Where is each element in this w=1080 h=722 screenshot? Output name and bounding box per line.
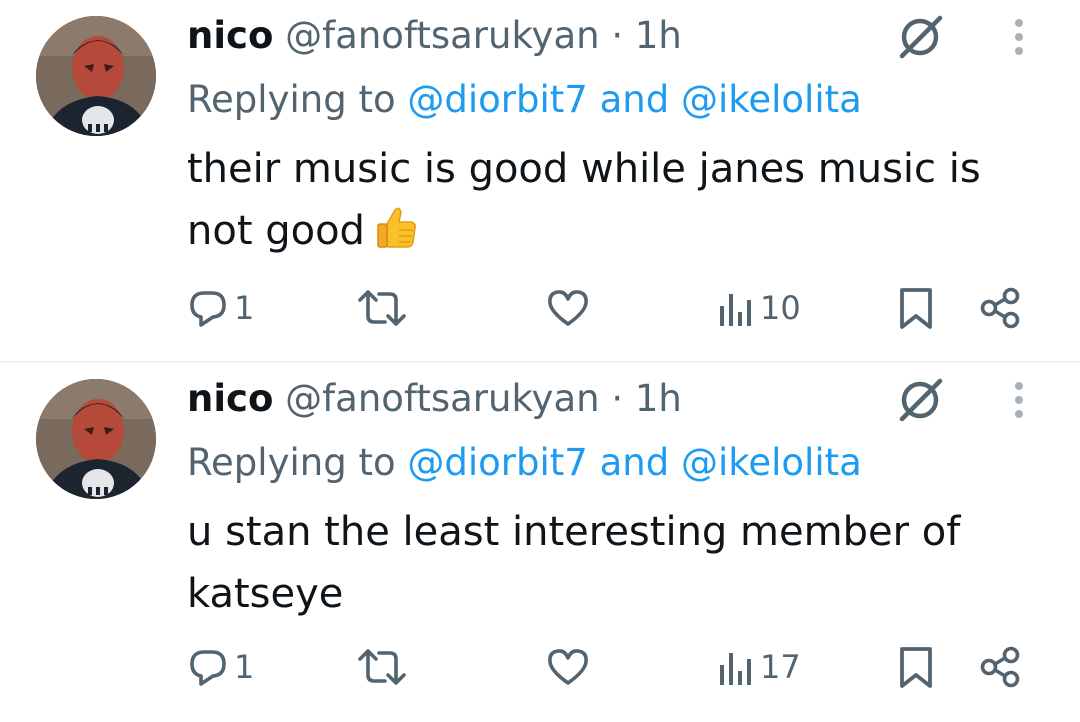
share-button[interactable] — [977, 643, 1023, 691]
replying-to-label: Replying to — [187, 441, 396, 484]
bookmark-icon — [900, 647, 932, 688]
reply-count: 1 — [234, 648, 255, 686]
reply-count: 1 — [234, 289, 255, 327]
mention-connector: and — [599, 78, 670, 121]
tweet-header: nico @fanoftsarukyan · 1h — [187, 373, 682, 425]
share-icon — [980, 646, 1020, 688]
retweet-button[interactable] — [356, 643, 412, 691]
tweet-text: u stan the least interesting member of k… — [187, 509, 961, 617]
more-icon[interactable] — [1004, 14, 1034, 60]
reply-icon — [190, 650, 226, 686]
tweet[interactable]: nico @fanoftsarukyan · 1h Replying to @d… — [0, 0, 1080, 362]
separator-dot: · — [611, 14, 624, 57]
separator-dot: · — [611, 377, 624, 420]
username[interactable]: @fanoftsarukyan — [285, 377, 599, 420]
mention-link[interactable]: @ikelolita — [681, 78, 862, 121]
retweet-button[interactable] — [356, 284, 412, 332]
reply-icon — [190, 291, 226, 327]
avatar[interactable] — [36, 379, 156, 499]
avatar-image — [36, 379, 156, 499]
display-name[interactable]: nico — [187, 377, 273, 420]
grok-icon[interactable] — [896, 14, 946, 60]
avatar-image — [36, 16, 156, 136]
views-count: 10 — [760, 289, 801, 327]
views-count: 17 — [760, 648, 801, 686]
more-icon[interactable] — [1004, 377, 1034, 423]
thumbs-up-emoji — [373, 204, 419, 268]
retweet-icon — [358, 290, 406, 326]
timestamp[interactable]: 1h — [635, 14, 682, 57]
views-icon — [720, 294, 751, 326]
reply-button[interactable]: 1 — [186, 643, 254, 691]
like-button[interactable] — [545, 643, 595, 691]
mention-connector: and — [599, 441, 670, 484]
bookmark-icon — [900, 288, 932, 329]
grok-icon[interactable] — [896, 377, 946, 423]
replying-to-label: Replying to — [187, 78, 396, 121]
replying-to: Replying to @diorbit7 and @ikelolita — [187, 437, 862, 489]
mention-link[interactable]: @diorbit7 — [407, 78, 587, 121]
tweet-text-container: u stan the least interesting member of k… — [187, 501, 1047, 625]
share-button[interactable] — [977, 284, 1023, 332]
username[interactable]: @fanoftsarukyan — [285, 14, 599, 57]
mention-link[interactable]: @ikelolita — [681, 441, 862, 484]
tweet-text-container: their music is good while janes music is… — [187, 138, 1047, 268]
bookmark-button[interactable] — [895, 643, 937, 691]
reply-button[interactable]: 1 — [186, 284, 254, 332]
bookmark-button[interactable] — [895, 284, 937, 332]
like-button[interactable] — [545, 284, 595, 332]
like-icon — [548, 649, 588, 685]
views-icon — [720, 653, 751, 685]
tweet-header: nico @fanoftsarukyan · 1h — [187, 10, 682, 62]
tweet-text: their music is good while janes music is… — [187, 146, 981, 254]
avatar[interactable] — [36, 16, 156, 136]
display-name[interactable]: nico — [187, 14, 273, 57]
share-icon — [980, 287, 1020, 329]
replying-to: Replying to @diorbit7 and @ikelolita — [187, 74, 862, 126]
retweet-icon — [358, 649, 406, 685]
views-button[interactable]: 17 — [716, 643, 801, 691]
timestamp[interactable]: 1h — [635, 377, 682, 420]
mention-link[interactable]: @diorbit7 — [407, 441, 587, 484]
views-button[interactable]: 10 — [716, 284, 801, 332]
tweet[interactable]: nico @fanoftsarukyan · 1h Replying to @d… — [0, 363, 1080, 722]
like-icon — [548, 290, 588, 326]
